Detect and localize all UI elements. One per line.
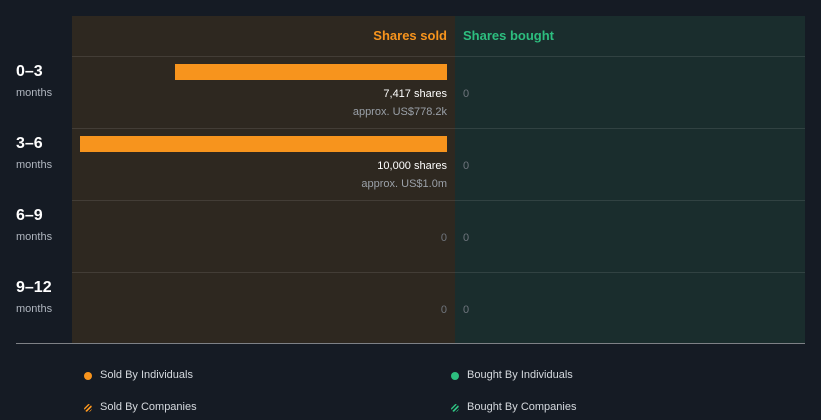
legend-swatch-sold-individuals — [84, 372, 92, 380]
sold-approx-value: approx. US$778.2k — [352, 106, 447, 118]
sold-bar[interactable] — [80, 136, 447, 152]
period-label: 6–9 — [16, 207, 43, 224]
legend-label-bought-individuals[interactable]: Bought By Individuals — [467, 369, 573, 381]
period-label: 0–3 — [16, 63, 43, 80]
bought-zero-label: 0 — [463, 232, 470, 244]
period-row-3-6: 3–6 months 10,000 shares approx. US$1.0m… — [0, 129, 821, 201]
legend-swatch-bought-companies — [451, 404, 459, 412]
bought-zero-label: 0 — [463, 160, 470, 172]
sold-zero-label: 0 — [440, 304, 447, 316]
period-label: 9–12 — [16, 279, 52, 296]
period-unit: months — [16, 231, 53, 243]
sold-bar[interactable] — [175, 64, 447, 80]
sold-approx-value: approx. US$1.0m — [361, 178, 447, 190]
period-label: 3–6 — [16, 135, 43, 152]
legend-label-sold-individuals[interactable]: Sold By Individuals — [100, 369, 193, 381]
legend-swatch-bought-individuals — [451, 372, 459, 380]
legend-label-bought-companies[interactable]: Bought By Companies — [467, 401, 576, 413]
shares-sold-header: Shares sold — [373, 28, 447, 43]
period-unit: months — [16, 303, 53, 315]
sold-zero-label: 0 — [440, 232, 447, 244]
shares-bought-header: Shares bought — [463, 28, 555, 43]
period-unit: months — [16, 159, 53, 171]
sold-shares-label: 7,417 shares — [383, 88, 447, 100]
legend-label-sold-companies[interactable]: Sold By Companies — [100, 401, 197, 413]
bought-zero-label: 0 — [463, 304, 470, 316]
sold-shares-label: 10,000 shares — [377, 160, 447, 172]
period-row-6-9: 6–9 months 0 0 — [0, 201, 821, 273]
period-row-0-3: 0–3 months 7,417 shares approx. US$778.2… — [0, 57, 821, 129]
legend-swatch-sold-companies — [84, 404, 92, 412]
bought-zero-label: 0 — [463, 88, 470, 100]
period-unit: months — [16, 87, 53, 99]
period-row-9-12: 9–12 months 0 0 — [0, 273, 821, 345]
